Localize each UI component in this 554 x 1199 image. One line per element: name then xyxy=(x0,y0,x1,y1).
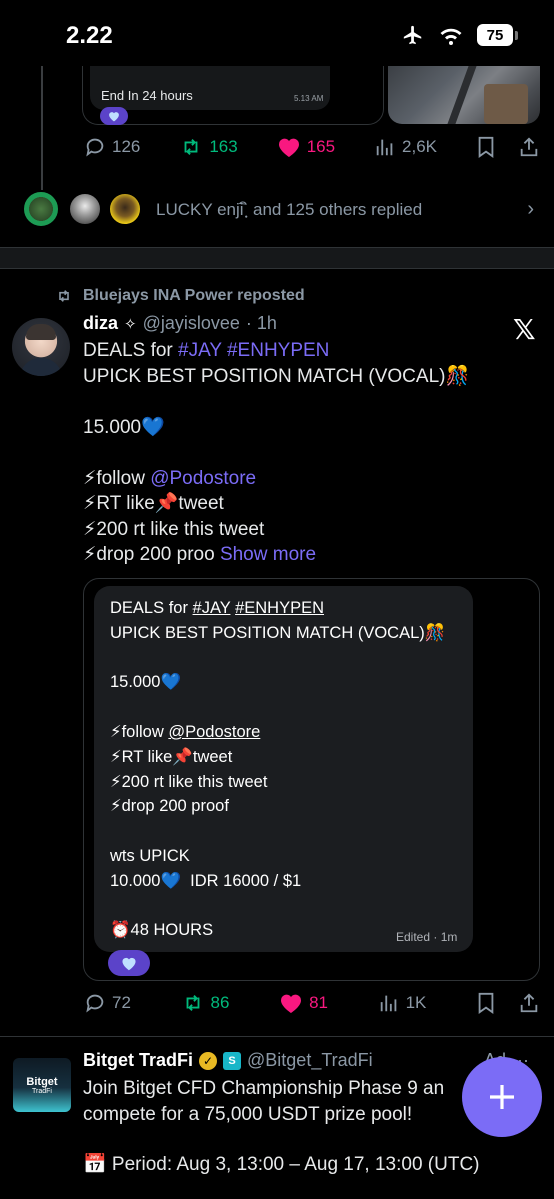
prev-photo[interactable] xyxy=(388,66,540,124)
quoted-text: wts UPICK xyxy=(110,846,190,865)
heart-icon xyxy=(278,138,299,157)
like-count: 81 xyxy=(309,993,328,1012)
reply-button[interactable]: 72 xyxy=(84,992,131,1014)
quoted-text: ⚡follow xyxy=(110,722,169,741)
quoted-text: 10.000💙 IDR 16000 / $1 xyxy=(110,871,302,890)
repost-button[interactable]: 86 xyxy=(181,992,230,1014)
quoted-text: DEALS for xyxy=(110,599,193,617)
prev-card-text: End In 24 hours xyxy=(101,88,193,103)
battery-tip xyxy=(515,30,518,40)
avatar xyxy=(68,192,102,226)
author-handle[interactable]: @jayislovee xyxy=(143,313,240,334)
reply-icon xyxy=(86,138,104,157)
plus-icon xyxy=(490,1085,514,1109)
ad-header: Bitget TradFi ✓ S @Bitget_TradFi xyxy=(83,1050,373,1071)
ad-avatar-text: Bitget xyxy=(26,1075,58,1088)
post-divider xyxy=(0,1036,554,1037)
thread-line xyxy=(41,66,43,190)
heart-badge-icon xyxy=(100,107,128,125)
post-header: diza ✧ @jayislovee · 1h xyxy=(83,313,277,334)
repost-label[interactable]: Bluejays INA Power reposted xyxy=(55,287,305,305)
replied-summary-row[interactable]: LUCKY enji ิฺ and 125 others replied › xyxy=(24,188,534,230)
airplane-icon xyxy=(403,25,422,45)
quoted-text: ⚡drop 200 proof xyxy=(110,797,229,816)
bookmark-icon[interactable] xyxy=(476,992,496,1014)
post-action-bar: 72 86 81 1K xyxy=(84,992,540,1014)
post-time: · 1h xyxy=(245,313,277,333)
repost-icon xyxy=(184,139,198,155)
edited-label: Edited · 1m xyxy=(396,930,458,944)
heart-icon xyxy=(281,994,302,1013)
ad-body: Join Bitget CFD Championship Phase 9 an … xyxy=(83,1076,483,1127)
sparkle-icon: ✧ xyxy=(124,315,137,333)
views-icon xyxy=(376,139,393,156)
prev-card-time: 5.13 AM xyxy=(294,94,324,103)
ad-author-name[interactable]: Bitget TradFi xyxy=(83,1050,193,1071)
reply-button[interactable]: 126 xyxy=(84,136,140,158)
mention-link[interactable]: @Podostore xyxy=(150,468,256,489)
quoted-body: DEALS for #JAY #ENHYPEN UPICK BEST POSIT… xyxy=(110,596,470,943)
quoted-text: 15.000💙 xyxy=(110,673,182,692)
prev-action-bar: 126 163 165 2,6K xyxy=(84,136,540,158)
post-text: 15.000💙 xyxy=(83,416,165,438)
status-time: 2.22 xyxy=(66,22,113,49)
hashtag-link[interactable]: #JAY xyxy=(193,599,231,617)
replied-summary-text: LUCKY enji ิฺ and 125 others replied xyxy=(156,199,423,219)
chevron-right-icon: › xyxy=(527,197,534,220)
heart-badge-icon xyxy=(108,950,150,976)
ad-text: compete for a 75,000 USDT prize pool! xyxy=(83,1103,413,1125)
compose-button[interactable] xyxy=(462,1057,542,1137)
post-text: UPICK BEST POSITION MATCH (VOCAL)🎊 xyxy=(83,365,470,387)
views-count: 1K xyxy=(405,993,427,1012)
reply-icon xyxy=(86,994,104,1013)
views-button[interactable]: 2,6K xyxy=(374,136,437,158)
ad-avatar[interactable]: Bitget TradFi xyxy=(13,1058,71,1112)
like-count: 165 xyxy=(306,137,336,156)
like-button[interactable]: 165 xyxy=(277,136,335,158)
post-text: ⚡follow xyxy=(83,467,151,489)
ad-period: 📅 Period: Aug 3, 13:00 – Aug 17, 13:00 (… xyxy=(83,1154,480,1175)
section-divider xyxy=(0,247,554,269)
views-count: 2,6K xyxy=(402,137,438,156)
hashtag-link[interactable]: #JAY #ENHYPEN xyxy=(178,340,329,361)
status-icons: 75 xyxy=(401,24,518,46)
show-more-link[interactable]: Show more xyxy=(220,544,316,565)
repost-icon xyxy=(186,995,199,1011)
repost-count: 86 xyxy=(210,993,230,1012)
post-text: ⚡RT like📌tweet xyxy=(83,493,224,514)
post-text: DEALS for xyxy=(83,340,179,361)
avatar xyxy=(108,192,142,226)
verified-badge-icon: ✓ xyxy=(199,1051,218,1070)
repost-label-text: Bluejays INA Power reposted xyxy=(83,287,305,304)
author-name[interactable]: diza xyxy=(83,313,118,334)
hashtag-link[interactable]: #ENHYPEN xyxy=(235,599,324,617)
author-avatar[interactable] xyxy=(12,318,70,376)
post-body: DEALS for #JAY #ENHYPEN UPICK BEST POSIT… xyxy=(83,338,523,568)
quoted-text: ⚡200 rt like this tweet xyxy=(110,772,268,791)
battery-level: 75 xyxy=(477,24,513,46)
reply-count: 126 xyxy=(112,137,141,156)
avatar xyxy=(24,192,58,226)
repost-button[interactable]: 163 xyxy=(179,136,238,158)
post-text: ⚡drop 200 proo xyxy=(83,544,215,565)
mention-link[interactable]: @Podostore xyxy=(168,723,260,741)
share-icon[interactable] xyxy=(518,136,540,158)
views-button[interactable]: 1K xyxy=(378,992,427,1014)
bitget-badge-icon: S xyxy=(223,1051,242,1070)
repost-count: 163 xyxy=(209,137,238,156)
quoted-text: UPICK BEST POSITION MATCH (VOCAL)🎊 xyxy=(110,623,446,642)
post-text: ⚡200 rt like this tweet xyxy=(83,518,265,540)
wifi-icon xyxy=(440,28,462,45)
share-icon[interactable] xyxy=(518,992,540,1014)
ad-avatar-sub: TradFi xyxy=(32,1087,52,1095)
reply-count: 72 xyxy=(112,993,131,1012)
like-button[interactable]: 81 xyxy=(279,992,328,1014)
ad-handle[interactable]: @Bitget_TradFi xyxy=(247,1050,373,1071)
repost-icon xyxy=(59,290,69,302)
quoted-text: ⚡RT like📌tweet xyxy=(110,747,233,766)
views-icon xyxy=(380,995,396,1012)
bookmark-icon[interactable] xyxy=(476,136,496,158)
ad-text: Join Bitget CFD Championship Phase 9 an xyxy=(83,1078,445,1099)
